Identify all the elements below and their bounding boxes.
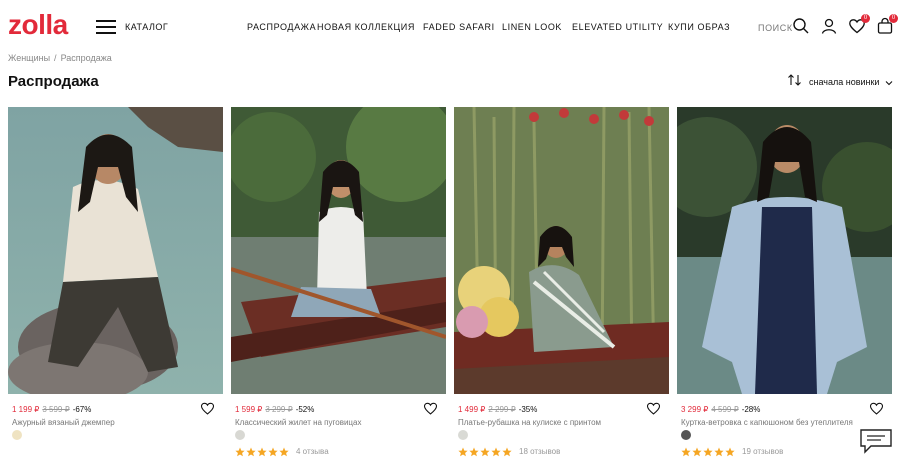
- star-icon: [714, 447, 724, 456]
- rating[interactable]: 4 отзыва: [235, 446, 329, 457]
- nav-new-collection[interactable]: НОВАЯ КОЛЛЕКЦИЯ: [317, 21, 415, 33]
- star-icon: [491, 447, 501, 456]
- review-count[interactable]: 18 отзывов: [519, 446, 560, 457]
- product-name[interactable]: Классический жилет на пуговицах: [235, 417, 361, 428]
- product-image[interactable]: [8, 107, 223, 394]
- star-icon: [502, 447, 512, 456]
- product-image[interactable]: [454, 107, 669, 394]
- color-swatch[interactable]: [458, 430, 468, 440]
- heart-icon[interactable]: [200, 401, 215, 416]
- cart-badge: 0: [889, 14, 898, 23]
- nav-elevated-utility[interactable]: ELEVATED UTILITY: [572, 21, 663, 33]
- breadcrumb-sale[interactable]: Распродажа: [61, 53, 112, 63]
- review-count[interactable]: 19 отзывов: [742, 446, 783, 457]
- breadcrumb-women[interactable]: Женщины: [8, 53, 50, 63]
- color-swatch[interactable]: [235, 430, 245, 440]
- search-label[interactable]: ПОИСК: [758, 22, 793, 34]
- star-icon: [268, 447, 278, 456]
- star-icon: [692, 447, 702, 456]
- star-icon: [279, 447, 289, 456]
- price-current: 1 599 ₽: [235, 405, 263, 414]
- price-current: 3 299 ₽: [681, 405, 709, 414]
- header: zolla КАТАЛОГ РАСПРОДАЖА НОВАЯ КОЛЛЕКЦИЯ…: [0, 0, 901, 52]
- rating-stars: [681, 447, 736, 457]
- account-icon[interactable]: [820, 17, 838, 35]
- rating[interactable]: 19 отзывов: [681, 446, 783, 457]
- favorites-badge: 0: [861, 14, 870, 23]
- breadcrumb-separator: /: [54, 53, 57, 63]
- price-old: 3 599 ₽: [42, 405, 70, 414]
- product-image[interactable]: [231, 107, 446, 394]
- star-icon: [257, 447, 267, 456]
- price-current: 1 199 ₽: [12, 405, 40, 414]
- product-name[interactable]: Платье-рубашка на кулиске с принтом: [458, 417, 601, 428]
- price-current: 1 499 ₽: [458, 405, 486, 414]
- product-card[interactable]: 1 199 ₽3 599 ₽ -67% Ажурный вязаный джемп…: [8, 107, 223, 457]
- product-name[interactable]: Куртка-ветровка с капюшоном без утеплите…: [681, 417, 853, 428]
- star-icon: [725, 447, 735, 456]
- star-icon: [703, 447, 713, 456]
- chevron-down-icon: [885, 73, 893, 91]
- nav-sale[interactable]: РАСПРОДАЖА: [247, 21, 316, 33]
- page-title: Распродажа: [8, 73, 99, 90]
- price: 1 499 ₽2 299 ₽ -35%: [458, 404, 537, 415]
- price: 1 599 ₽3 299 ₽ -52%: [235, 404, 314, 415]
- star-icon: [458, 447, 468, 456]
- price: 3 299 ₽4 599 ₽ -28%: [681, 404, 760, 415]
- price-discount: -67%: [72, 405, 92, 414]
- rating[interactable]: 18 отзывов: [458, 446, 560, 457]
- price-old: 2 299 ₽: [488, 405, 516, 414]
- product-name[interactable]: Ажурный вязаный джемпер: [12, 417, 115, 428]
- nav-faded-safari[interactable]: FADED SAFARI: [423, 21, 495, 33]
- heart-icon[interactable]: [869, 401, 884, 416]
- cart-icon[interactable]: 0: [876, 14, 898, 35]
- nav-linen-look[interactable]: LINEN LOOK: [502, 21, 562, 33]
- star-icon: [469, 447, 479, 456]
- price-discount: -28%: [741, 405, 761, 414]
- price-old: 4 599 ₽: [711, 405, 739, 414]
- rating-stars: [458, 447, 513, 457]
- rating-stars: [235, 447, 290, 457]
- review-count[interactable]: 4 отзыва: [296, 446, 329, 457]
- product-image[interactable]: [677, 107, 892, 394]
- product-card[interactable]: 3 299 ₽4 599 ₽ -28% Куртка-ветровка с кап…: [677, 107, 892, 457]
- product-card[interactable]: 1 499 ₽2 299 ₽ -35% Платье-рубашка на кул…: [454, 107, 669, 457]
- price-discount: -35%: [518, 405, 538, 414]
- price-old: 3 299 ₽: [265, 405, 293, 414]
- sort-label: сначала новинки: [809, 77, 880, 87]
- star-icon: [235, 447, 245, 456]
- price-discount: -52%: [295, 405, 315, 414]
- heart-icon[interactable]: [423, 401, 438, 416]
- star-icon: [480, 447, 490, 456]
- sort-icon: [787, 73, 803, 92]
- product-card[interactable]: 1 599 ₽3 299 ₽ -52% Классический жилет на…: [231, 107, 446, 457]
- star-icon: [681, 447, 691, 456]
- price: 1 199 ₽3 599 ₽ -67%: [12, 404, 91, 415]
- nav-buy-look[interactable]: КУПИ ОБРАЗ: [668, 21, 730, 33]
- color-swatch[interactable]: [681, 430, 691, 440]
- sort-dropdown[interactable]: сначала новинки: [787, 73, 893, 92]
- favorites-icon[interactable]: 0: [848, 14, 870, 35]
- breadcrumb: Женщины / Распродажа: [8, 52, 112, 64]
- star-icon: [246, 447, 256, 456]
- heart-icon[interactable]: [646, 401, 661, 416]
- color-swatch[interactable]: [12, 430, 22, 440]
- chat-icon[interactable]: [859, 428, 893, 454]
- search-icon[interactable]: [792, 17, 810, 35]
